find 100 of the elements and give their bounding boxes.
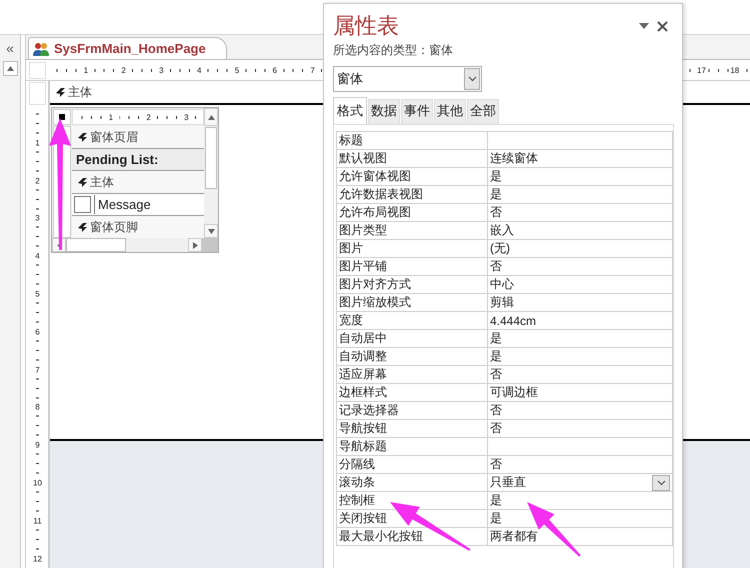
ruler-label: 3 <box>35 214 40 223</box>
scroll-up-button[interactable] <box>204 108 218 126</box>
scrollbar-corner <box>202 238 218 252</box>
property-tab[interactable]: 事件 <box>401 99 433 124</box>
ruler-corner <box>29 82 46 105</box>
checkbox[interactable] <box>74 196 91 213</box>
document-tab[interactable]: SysFrmMain_HomePage <box>28 37 227 59</box>
object-dropdown[interactable]: 窗体 <box>333 66 482 92</box>
property-value[interactable]: 4.444cm <box>488 312 672 330</box>
property-value[interactable]: 是 <box>488 348 672 366</box>
property-value[interactable]: 否 <box>488 204 672 222</box>
section-icon <box>56 88 65 96</box>
ruler-label: 6 <box>35 327 40 336</box>
ruler-label: 18 <box>730 66 740 75</box>
chevron-icon <box>468 76 476 82</box>
annotation-arrow <box>527 502 581 557</box>
ruler-label: 9 <box>35 440 40 450</box>
up-arrow-icon <box>6 65 14 72</box>
close-icon[interactable] <box>657 20 668 32</box>
property-name: 允许布局视图 <box>336 204 488 222</box>
ruler-label: 10 <box>33 478 42 488</box>
selection-type-label: 所选内容的类型：窗体 <box>333 42 454 58</box>
section-icon <box>78 132 87 142</box>
ruler-label: 7 <box>310 66 315 75</box>
property-name: 分隔线 <box>336 456 488 474</box>
property-name: 自动调整 <box>336 348 488 366</box>
users-icon <box>33 42 49 56</box>
property-value[interactable]: 连续窗体 <box>488 150 672 168</box>
property-value[interactable]: 否 <box>488 366 672 384</box>
property-value[interactable]: 是 <box>488 330 672 348</box>
section-bar[interactable]: 窗体页脚 <box>72 216 204 238</box>
property-name: 滚动条 <box>336 474 488 492</box>
property-name: 图片类型 <box>336 222 488 240</box>
property-value[interactable]: 是 <box>488 186 672 204</box>
section-bar[interactable]: 主体 <box>72 171 204 194</box>
property-value[interactable]: 可调边框 <box>488 384 672 402</box>
ruler-label: 3 <box>184 112 189 122</box>
ruler-label: 4 <box>35 252 40 261</box>
ruler-label: 6 <box>272 66 277 75</box>
ruler-label: 5 <box>35 289 40 298</box>
property-name: 记录选择器 <box>336 402 488 420</box>
section-bar[interactable]: 窗体页眉 <box>72 126 204 149</box>
caret-icon[interactable] <box>639 23 649 29</box>
ruler-corner <box>29 62 46 79</box>
property-value[interactable]: 中心 <box>488 276 672 294</box>
section-icon <box>78 178 87 186</box>
vertical-scrollbar[interactable] <box>204 126 218 238</box>
chevron-icon <box>656 480 666 486</box>
property-value[interactable]: (无) <box>488 240 672 258</box>
property-name: 导航标题 <box>336 438 488 456</box>
property-value[interactable]: 否 <box>488 456 672 474</box>
property-value[interactable]: 是 <box>488 168 672 186</box>
property-name: 图片平铺 <box>336 258 488 276</box>
dropdown-button[interactable] <box>652 474 670 490</box>
ruler-label: 1 <box>84 66 88 75</box>
property-tab[interactable]: 格式 <box>333 97 367 124</box>
ruler-label: 5 <box>234 66 240 75</box>
property-tab[interactable]: 其他 <box>434 99 466 124</box>
property-value[interactable]: 剪辑 <box>488 294 672 312</box>
property-tab[interactable]: 数据 <box>368 99 400 124</box>
ruler-label: 2 <box>35 176 40 186</box>
property-name: 图片 <box>336 240 488 258</box>
property-name: 图片缩放模式 <box>336 294 488 312</box>
ruler-label: 2 <box>146 112 151 122</box>
property-name: 图片对齐方式 <box>336 276 488 294</box>
form-selector[interactable] <box>53 109 71 125</box>
right-arrow-icon <box>192 242 198 248</box>
nav-collapse-button[interactable]: « <box>6 41 14 55</box>
subform-control[interactable]: 1 2 3 窗体页眉 Pending List: 主体 Message 窗体页脚 <box>51 107 219 253</box>
ruler-label: 1 <box>108 112 114 122</box>
scroll-up-button[interactable] <box>2 61 18 76</box>
ruler-label: 7 <box>35 365 40 374</box>
up-arrow-icon <box>208 114 214 120</box>
property-value[interactable]: 嵌入 <box>488 222 672 240</box>
property-value[interactable]: 只垂直 <box>488 474 672 492</box>
ruler-label: 12 <box>33 554 42 564</box>
ruler-label: 1 <box>35 138 40 148</box>
ruler-label: 17 <box>697 66 706 75</box>
section-icon <box>78 222 87 232</box>
property-name: 适应屏幕 <box>336 366 488 384</box>
horizontal-scrollbar[interactable] <box>52 238 218 252</box>
property-name: 导航按钮 <box>336 420 488 438</box>
property-name: 允许窗体视图 <box>336 168 488 186</box>
property-name: 默认视图 <box>336 150 488 168</box>
property-value[interactable]: 否 <box>488 258 672 276</box>
ruler-label: 4 <box>196 66 202 75</box>
down-arrow-icon <box>208 228 214 234</box>
property-name: 标题 <box>336 132 488 150</box>
form-label: Pending List: <box>72 149 204 171</box>
property-name: 边框样式 <box>336 384 488 402</box>
property-value[interactable]: 否 <box>488 420 672 438</box>
ruler-label: 2 <box>121 66 126 75</box>
property-value[interactable]: 否 <box>488 402 672 420</box>
property-tab[interactable]: 全部 <box>467 99 499 124</box>
panel-title: 属性表 <box>333 13 399 39</box>
property-name: 自动居中 <box>336 330 488 348</box>
ruler-label: 11 <box>33 516 42 526</box>
property-name: 允许数据表视图 <box>336 186 488 204</box>
ruler-label: 8 <box>35 402 40 412</box>
property-name: 宽度 <box>336 312 488 330</box>
